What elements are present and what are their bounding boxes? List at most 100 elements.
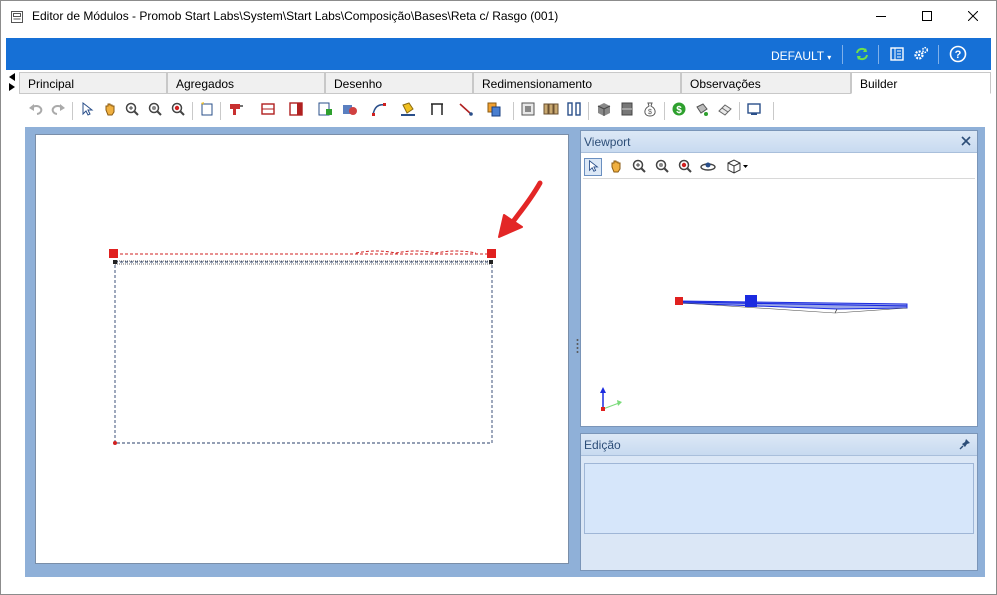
tab-agregados[interactable]: Agregados [167, 72, 325, 94]
money-bag-icon: $ [642, 101, 658, 120]
undo-button[interactable] [27, 101, 45, 119]
settings-button[interactable] [912, 46, 930, 64]
viewport-cube-view-button[interactable] [725, 158, 751, 176]
money-bag-button[interactable]: $ [641, 101, 659, 119]
edicao-header: Edição [581, 434, 977, 456]
viewport-zoom-window-button[interactable] [676, 158, 694, 176]
profile-label: DEFAULT [771, 49, 824, 63]
copy-icon [486, 101, 502, 120]
help-button[interactable]: ? [949, 45, 967, 64]
new-button[interactable] [198, 101, 216, 119]
close-icon [968, 11, 978, 21]
toolbar-separator [513, 102, 514, 120]
panel-button[interactable] [259, 101, 277, 119]
zoom-in-button[interactable] [146, 101, 164, 119]
module-outline[interactable] [114, 261, 493, 444]
tab-observacoes[interactable]: Observações [681, 72, 851, 94]
close-button[interactable] [950, 1, 996, 31]
profile-selector[interactable]: DEFAULT ▾ [771, 49, 831, 63]
curve-button[interactable] [370, 101, 388, 119]
tab-label: Builder [860, 77, 898, 91]
panel-icon [260, 101, 276, 120]
viewport-orbit-button[interactable] [699, 158, 717, 176]
viewport-panel: Viewport [580, 130, 978, 427]
copy-button[interactable] [485, 101, 503, 119]
cube-view-icon [726, 158, 750, 177]
fill-button[interactable] [399, 101, 417, 119]
tab-label: Redimensionamento [482, 77, 593, 91]
tab-redimensionamento[interactable]: Redimensionamento [473, 72, 681, 94]
refresh-button[interactable] [853, 46, 871, 64]
pan-icon [608, 158, 624, 177]
tab-scroll-arrows[interactable] [7, 72, 17, 92]
columns-button[interactable] [565, 101, 583, 119]
frame-button[interactable] [287, 101, 305, 119]
annotation-arrow-icon [498, 180, 543, 238]
app-icon [10, 10, 24, 24]
tab-builder[interactable]: Builder [851, 72, 991, 94]
zoom-extents-button[interactable] [123, 101, 141, 119]
redo-button[interactable] [49, 101, 67, 119]
cabinet-button[interactable] [618, 101, 636, 119]
grid-button[interactable] [542, 101, 560, 119]
insert-button[interactable] [316, 101, 334, 119]
maximize-button[interactable] [904, 1, 950, 31]
price-button[interactable]: $ [670, 101, 688, 119]
dimension-button[interactable] [428, 101, 446, 119]
dimension-icon [429, 101, 445, 120]
eraser-button[interactable] [716, 101, 734, 119]
drawing-svg [109, 180, 543, 445]
svg-text:$: $ [676, 105, 682, 116]
viewport-pan-button[interactable] [607, 158, 625, 176]
minimize-button[interactable] [858, 1, 904, 31]
toolbar-separator [192, 102, 193, 120]
viewport-handle-red[interactable] [675, 297, 683, 305]
pin-icon[interactable] [959, 438, 971, 453]
vertical-splitter[interactable] [576, 337, 579, 357]
tab-principal[interactable]: Principal [19, 72, 167, 94]
columns-icon [566, 101, 582, 120]
builder-toolbar: $ $ [25, 97, 985, 125]
display-button[interactable] [745, 101, 763, 119]
material-button[interactable] [341, 101, 359, 119]
tab-label: Desenho [334, 77, 383, 91]
small-handle[interactable] [489, 260, 493, 264]
toolbar-separator [739, 102, 740, 120]
zoom-window-icon [677, 158, 693, 177]
close-icon[interactable] [961, 135, 971, 149]
insert-icon [317, 101, 333, 120]
box-button[interactable] [595, 101, 613, 119]
drill-button[interactable] [227, 101, 245, 119]
origin-point [113, 441, 117, 445]
drawing-canvas[interactable] [35, 134, 569, 564]
viewport-title: Viewport [584, 135, 631, 149]
corner-handle-left[interactable] [109, 249, 118, 258]
pan-icon [102, 101, 118, 120]
edicao-title: Edição [584, 438, 621, 452]
viewport-zoom-in-button[interactable] [653, 158, 671, 176]
library-icon [889, 46, 905, 65]
zoom-window-button[interactable] [169, 101, 187, 119]
zoom-extents-icon [124, 101, 140, 120]
zoom-in-icon [654, 158, 670, 177]
select-button[interactable] [78, 101, 96, 119]
viewport-zoom-extents-button[interactable] [630, 158, 648, 176]
tab-desenho[interactable]: Desenho [325, 72, 473, 94]
small-handle[interactable] [113, 260, 117, 264]
pan-button[interactable] [101, 101, 119, 119]
toolbar-separator [588, 102, 589, 120]
zoom-in-icon [147, 101, 163, 120]
horizontal-splitter[interactable] [767, 427, 787, 438]
material-icon [342, 101, 358, 120]
view-button[interactable] [519, 101, 537, 119]
line-button[interactable] [457, 101, 475, 119]
tab-strip: Principal Agregados Desenho Redimensiona… [19, 72, 991, 94]
chevron-down-icon: ▾ [827, 53, 832, 62]
library-button[interactable] [888, 46, 906, 64]
viewport-select-button[interactable] [584, 158, 602, 176]
paint-button[interactable] [693, 101, 711, 119]
corner-handle-right[interactable] [487, 249, 496, 258]
viewport-handle-blue[interactable] [745, 295, 757, 307]
viewport-canvas[interactable] [583, 179, 975, 424]
viewport-toolbar [583, 155, 975, 179]
